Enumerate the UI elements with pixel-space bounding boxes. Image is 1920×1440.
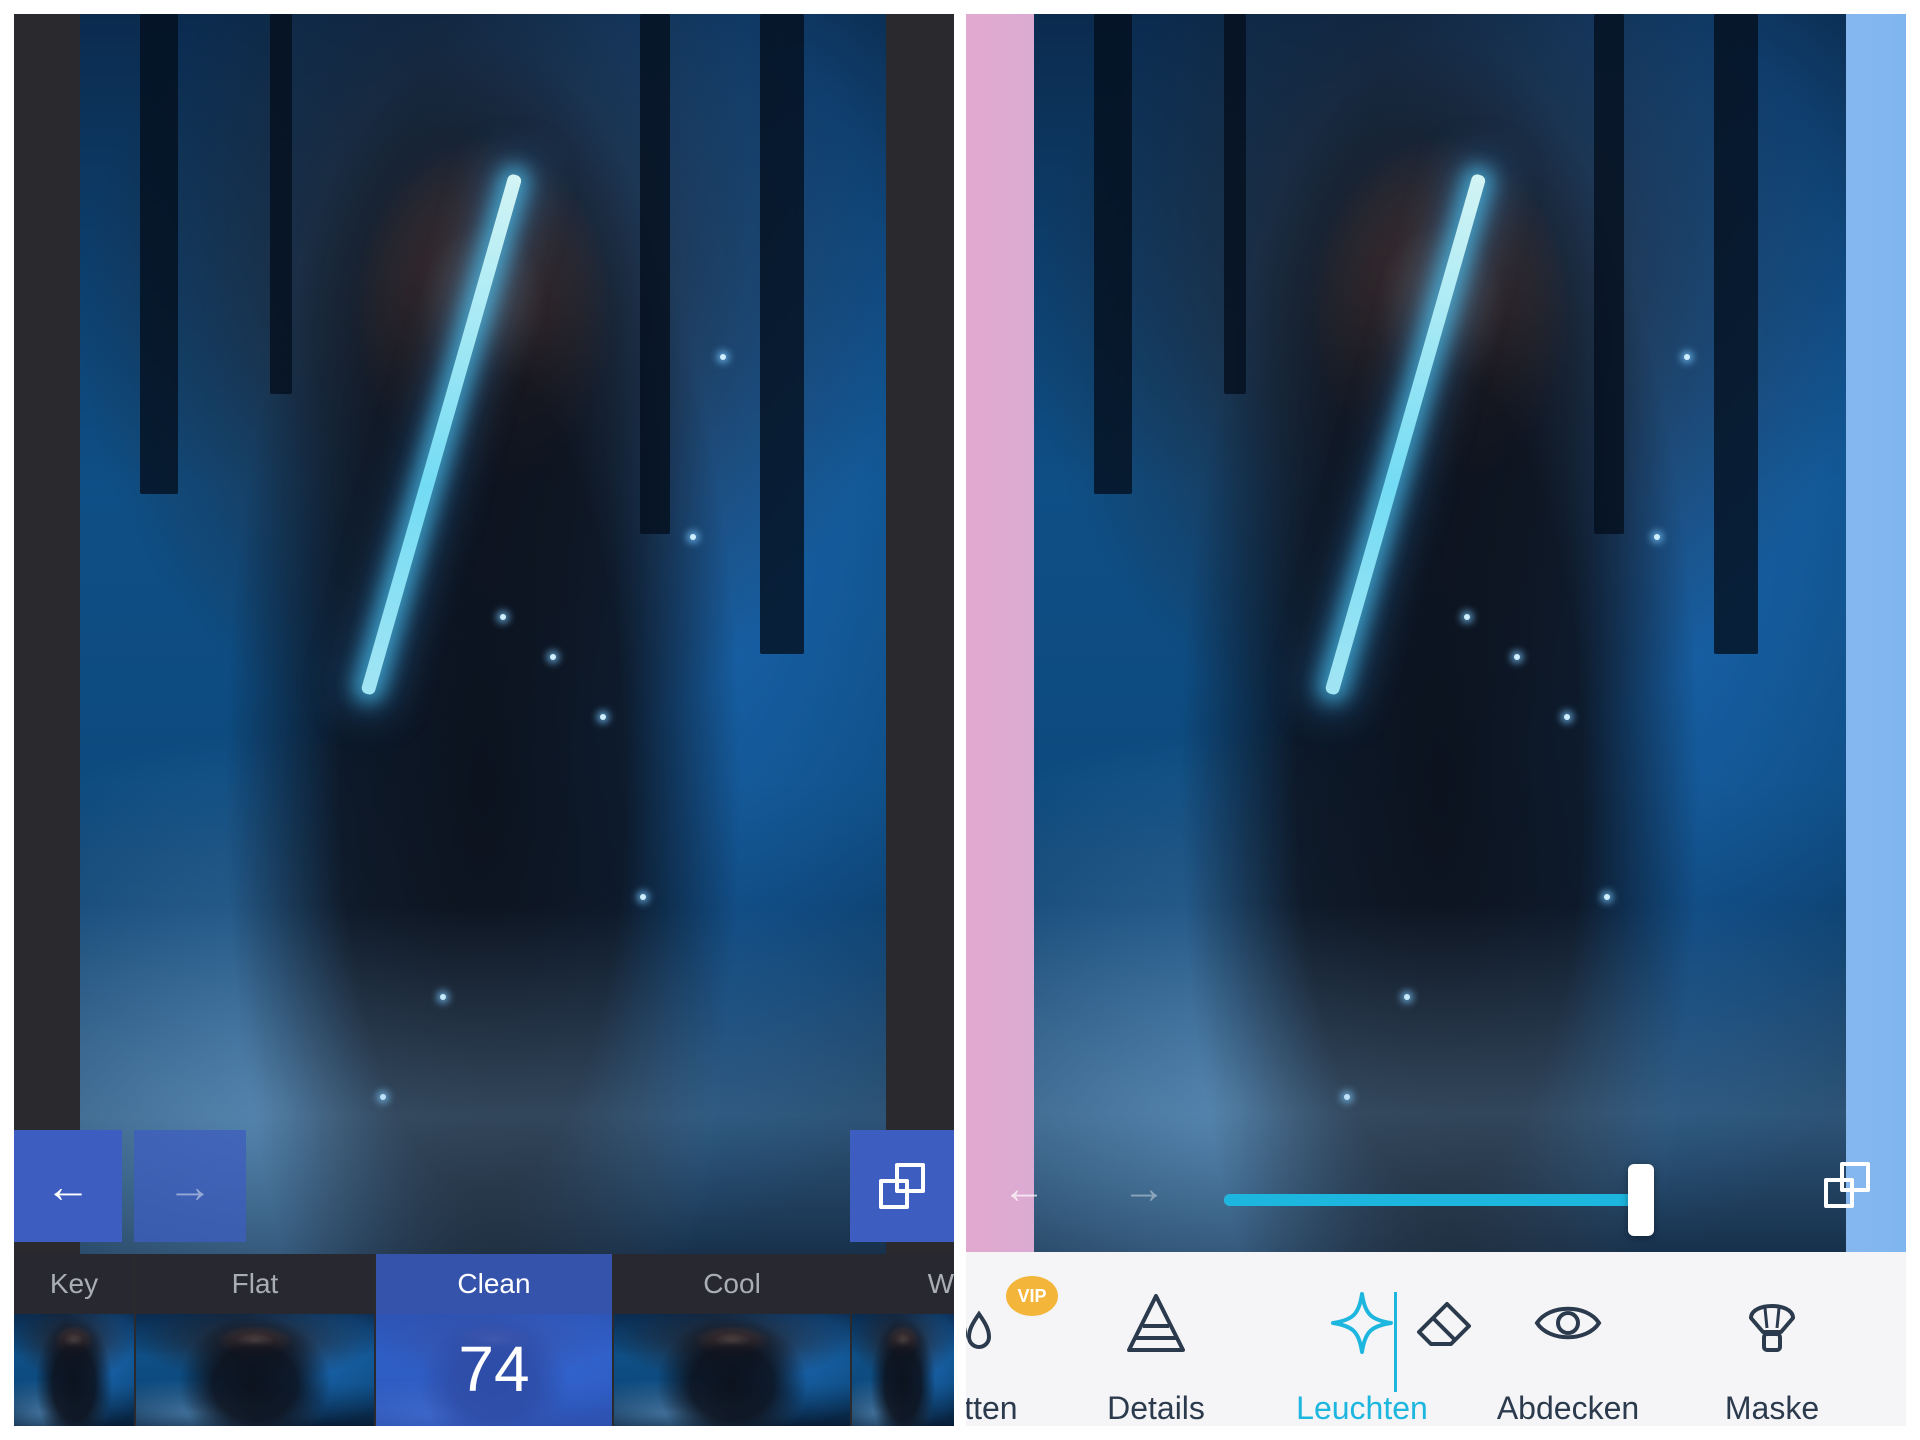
arrow-left-icon: ← bbox=[1002, 1164, 1046, 1213]
brush-icon bbox=[1749, 1304, 1795, 1352]
undo-button[interactable]: ← bbox=[14, 1130, 122, 1242]
undo-button[interactable]: ← bbox=[1002, 1164, 1046, 1214]
filter-label: W bbox=[852, 1254, 954, 1314]
filter-label: Cool bbox=[614, 1254, 850, 1314]
intensity-slider[interactable] bbox=[1224, 1164, 1654, 1236]
tool-label: Details bbox=[1107, 1390, 1205, 1426]
triangle-icon bbox=[1127, 1294, 1185, 1352]
right-editor-panel: ← → Glätten VIP bbox=[966, 14, 1906, 1426]
edited-photo bbox=[80, 14, 886, 1254]
filter-label: Flat bbox=[136, 1254, 374, 1314]
arrow-right-icon: → bbox=[1122, 1164, 1166, 1213]
eraser-icon bbox=[1417, 1302, 1471, 1346]
filter-partial[interactable]: W bbox=[852, 1254, 954, 1426]
filter-cool[interactable]: Cool bbox=[614, 1254, 850, 1426]
drops-icon bbox=[966, 1310, 992, 1349]
slider-fill bbox=[1224, 1194, 1641, 1206]
filter-key[interactable]: Key bbox=[14, 1254, 134, 1426]
filter-strength-value: 74 bbox=[458, 1333, 530, 1405]
tool-details[interactable]: Details bbox=[1066, 1252, 1246, 1426]
tool-mask[interactable]: Maske bbox=[1682, 1252, 1862, 1426]
retouch-photo[interactable] bbox=[1034, 14, 1846, 1252]
compare-icon bbox=[1824, 1162, 1870, 1208]
vip-badge: VIP bbox=[1006, 1276, 1058, 1316]
redo-button[interactable]: → bbox=[1122, 1164, 1166, 1214]
retouch-toolbar: Glätten VIP Details Leuchten bbox=[966, 1252, 1906, 1426]
filter-strip: Key Flat Clean 74 Cool W bbox=[14, 1254, 954, 1426]
compare-button[interactable] bbox=[850, 1130, 954, 1242]
canvas-area: ← → bbox=[966, 14, 1906, 1252]
filter-flat[interactable]: Flat bbox=[136, 1254, 374, 1426]
eye-icon bbox=[1534, 1306, 1602, 1340]
arrow-left-icon: ← bbox=[45, 1160, 91, 1212]
filter-clean[interactable]: Clean 74 bbox=[376, 1254, 612, 1426]
redo-button[interactable]: → bbox=[134, 1130, 246, 1242]
slider-thumb[interactable] bbox=[1628, 1164, 1654, 1236]
tool-label: Glätten bbox=[966, 1390, 1018, 1426]
arrow-right-icon: → bbox=[167, 1160, 213, 1212]
filter-label: Key bbox=[14, 1254, 134, 1314]
compare-icon bbox=[879, 1163, 925, 1209]
tool-cover[interactable]: Abdecken bbox=[1478, 1252, 1658, 1426]
filter-label: Clean bbox=[457, 1268, 531, 1299]
tool-label: Abdecken bbox=[1496, 1390, 1640, 1426]
tool-label: Maske bbox=[1724, 1390, 1820, 1426]
compare-button[interactable] bbox=[1824, 1162, 1870, 1208]
left-editor-panel: ← → Key Flat Clean 74 Cool W bbox=[14, 14, 954, 1426]
